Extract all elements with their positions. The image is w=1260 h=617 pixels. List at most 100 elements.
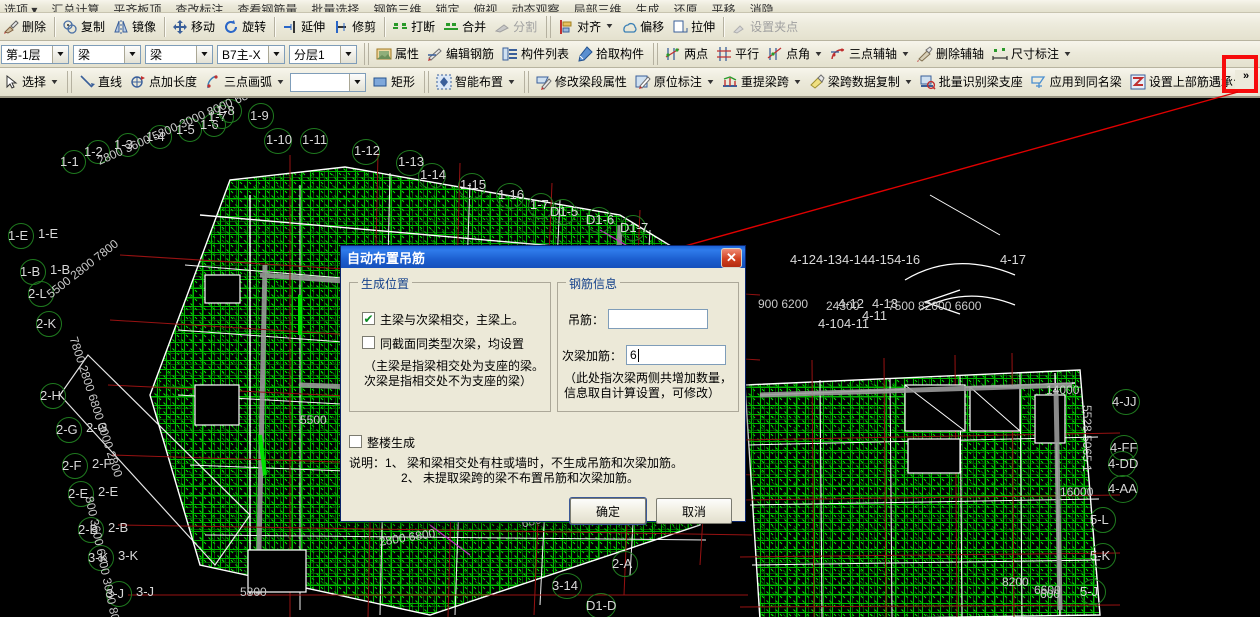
tool-stretch[interactable]: 拉伸 — [669, 16, 720, 38]
tool-apply-same-name[interactable]: 应用到同名梁 — [1028, 71, 1127, 93]
clipped-item[interactable]: 平移 — [712, 1, 736, 12]
clipped-item[interactable]: 批量选择 — [311, 1, 359, 12]
checkbox-box[interactable]: ✔ — [362, 312, 375, 325]
checkbox-whole-building[interactable]: 整楼生成 — [349, 434, 415, 451]
smart-layout-icon — [436, 74, 452, 90]
clipped-item[interactable]: 还原 — [674, 1, 698, 12]
tool-edit-rebar[interactable]: 编辑钢筋 — [424, 43, 499, 65]
tool-parallel-axis[interactable]: 平行 — [713, 43, 764, 65]
tool-delete-aux-axis[interactable]: 删除辅轴 — [914, 43, 989, 65]
close-icon[interactable]: ✕ — [721, 248, 742, 268]
tool-point-length[interactable]: 点加长度 — [127, 71, 202, 93]
auto-layout-hanging-bar-dialog[interactable]: 自动布置吊筋 ✕ 生成位置 ✔ 主梁与次梁相交，主梁上。 同截面同类型次梁，均设… — [340, 245, 746, 525]
clipped-item[interactable]: 汇总计算 — [51, 1, 99, 12]
clipped-item[interactable]: 消隐 — [750, 1, 774, 12]
tool-re-extract-span[interactable]: 重提梁跨 ▼ — [719, 71, 806, 93]
tool-batch-identify-support[interactable]: 批量识别梁支座 — [917, 71, 1028, 93]
tool-edit-beam-segment[interactable]: 修改梁段属性 — [533, 71, 632, 93]
clipped-item[interactable]: 钢筋三维 — [373, 1, 421, 12]
chevron-down-icon[interactable]: ▼ — [901, 51, 911, 58]
clipped-item[interactable]: 动态观察 — [511, 1, 559, 12]
ok-button[interactable]: 确定 — [569, 497, 647, 525]
tool-align[interactable]: 对齐 ▼ — [555, 16, 618, 38]
tool-span-data-copy[interactable]: 梁跨数据复制 ▼ — [806, 71, 917, 93]
chevron-down-icon[interactable]: ▼ — [276, 79, 286, 86]
tool-pick-member[interactable]: 拾取构件 — [574, 43, 649, 65]
checkbox-box[interactable] — [349, 435, 362, 448]
tool-extend[interactable]: 延伸 — [279, 16, 330, 38]
checkbox-main-secondary-beam[interactable]: ✔ 主梁与次梁相交，主梁上。 — [362, 311, 524, 328]
tool-set-grip-point[interactable]: 设置夹点 — [728, 16, 803, 38]
floor-select[interactable]: 第-1层 ▼ — [1, 44, 69, 64]
tool-offset[interactable]: 偏移 — [618, 16, 669, 38]
tool-mirror[interactable]: 镜像 — [110, 16, 161, 38]
chevron-down-icon[interactable]: ▼ — [124, 45, 140, 63]
tool-rectangle[interactable]: 矩形 — [369, 71, 420, 93]
chevron-down-icon[interactable]: ▼ — [50, 79, 60, 86]
tool-three-point-aux-axis[interactable]: 三点辅轴 ▼ — [827, 43, 914, 65]
toolbar-edit-tools[interactable]: 删除 复制 镜像 移动 旋转 延伸 修剪 打断 合并 分割 对齐 ▼ 偏移 拉伸… — [0, 13, 1260, 41]
tool-move[interactable]: 移动 — [169, 16, 220, 38]
chevron-down-icon[interactable]: ▼ — [340, 45, 356, 63]
tool-label: 直线 — [97, 75, 122, 89]
chevron-down-icon[interactable]: ▼ — [196, 45, 212, 63]
toolbar-beam-tools[interactable]: 选择 ▼ 直线 点加长度 三点画弧 ▼ ▼ 矩形 智能布置 ▼ 修改梁段属性 原… — [0, 68, 1260, 98]
cancel-button[interactable]: 取消 — [656, 498, 732, 524]
clipped-item[interactable]: 锁定 — [435, 1, 459, 12]
chevron-down-icon[interactable]: ▼ — [348, 73, 365, 91]
member-select[interactable]: B7主-X ▼ — [217, 44, 285, 64]
tool-merge[interactable]: 合并 — [440, 16, 491, 38]
chevron-down-icon[interactable]: ▼ — [268, 45, 284, 63]
toolbar-selection-row[interactable]: 第-1层 ▼ 梁 ▼ 梁 ▼ B7主-X ▼ 分层1 ▼ 属性 编辑钢筋 构件列… — [0, 41, 1260, 68]
chevron-down-icon[interactable]: ▼ — [706, 79, 716, 86]
tool-two-point-axis[interactable]: 两点 — [662, 43, 713, 65]
clipped-item[interactable]: 选项 ▾ — [4, 1, 37, 12]
tool-line[interactable]: 直线 — [76, 71, 127, 93]
tool-set-top-rebar-cap[interactable]: 设置上部筋遇承台 — [1127, 71, 1250, 93]
layer-select[interactable]: 分层1 ▼ — [289, 44, 357, 64]
chevron-down-icon[interactable]: ▼ — [605, 23, 615, 30]
separator — [384, 16, 387, 37]
arc-style-select[interactable]: ▼ — [289, 72, 366, 92]
clipped-item[interactable]: 查看钢筋量 — [237, 1, 297, 12]
clipped-item[interactable]: 生成 — [636, 1, 660, 12]
tool-delete[interactable]: 删除 — [0, 16, 51, 38]
tool-select[interactable]: 选择 ▼ — [0, 71, 63, 93]
dialog-title-bar: 自动布置吊筋 ✕ — [341, 246, 745, 268]
chevron-down-icon[interactable]: ▼ — [903, 79, 913, 86]
chevron-down-icon[interactable]: ▼ — [52, 45, 68, 63]
tool-copy[interactable]: 复制 — [59, 16, 110, 38]
toolbar-row-clipped[interactable]: 选项 ▾ 汇总计算 平齐板顶 查改标注 查看钢筋量 批量选择 钢筋三维 锁定 俯… — [0, 0, 1260, 13]
element-type-select[interactable]: 梁 ▼ — [145, 44, 213, 64]
tool-dimension[interactable]: 尺寸标注 ▼ — [989, 43, 1076, 65]
tool-smart-layout[interactable]: 智能布置 ▼ — [433, 71, 520, 93]
category-select[interactable]: 梁 ▼ — [73, 44, 141, 64]
chevron-down-icon[interactable]: ▼ — [1063, 51, 1073, 58]
axis-label-3-14: 3-14 — [552, 578, 579, 593]
toolbar-stack: 选项 ▾ 汇总计算 平齐板顶 查改标注 查看钢筋量 批量选择 钢筋三维 锁定 俯… — [0, 0, 1260, 98]
tool-three-point-arc[interactable]: 三点画弧 ▼ — [202, 71, 289, 93]
tool-member-list[interactable]: 构件列表 — [499, 43, 574, 65]
tool-split[interactable]: 分割 — [491, 16, 542, 38]
tool-properties[interactable]: 属性 — [373, 43, 424, 65]
chevron-down-icon[interactable]: ▼ — [814, 51, 824, 58]
clipped-item[interactable]: 查改标注 — [175, 1, 223, 12]
tool-trim[interactable]: 修剪 — [330, 16, 381, 38]
chevron-down-icon[interactable]: ▼ — [507, 79, 517, 86]
tool-point-angle[interactable]: 点角 ▼ — [764, 43, 827, 65]
secondary-beam-rebar-input[interactable]: 6 — [626, 345, 727, 365]
tool-in-situ-annotation[interactable]: 原位标注 ▼ — [632, 71, 719, 93]
clipped-item[interactable]: 平齐板顶 — [113, 1, 161, 12]
clipped-item[interactable]: 俯视 — [473, 1, 497, 12]
clipped-item[interactable]: 局部三维 — [574, 1, 622, 12]
tool-label: 选择 — [22, 75, 47, 89]
tool-break[interactable]: 打断 — [389, 16, 440, 38]
tool-label: 修改梁段属性 — [554, 75, 627, 89]
checkbox-box[interactable] — [362, 336, 375, 349]
tool-rotate[interactable]: 旋转 — [220, 16, 271, 38]
category-select-value: 梁 — [78, 47, 91, 62]
chevron-down-icon[interactable]: ▼ — [793, 79, 803, 86]
checkbox-same-section-type[interactable]: 同截面同类型次梁，均设置 — [362, 335, 524, 352]
toolbar-overflow-button[interactable]: » — [1235, 70, 1257, 94]
hanging-bar-input[interactable] — [608, 309, 709, 329]
